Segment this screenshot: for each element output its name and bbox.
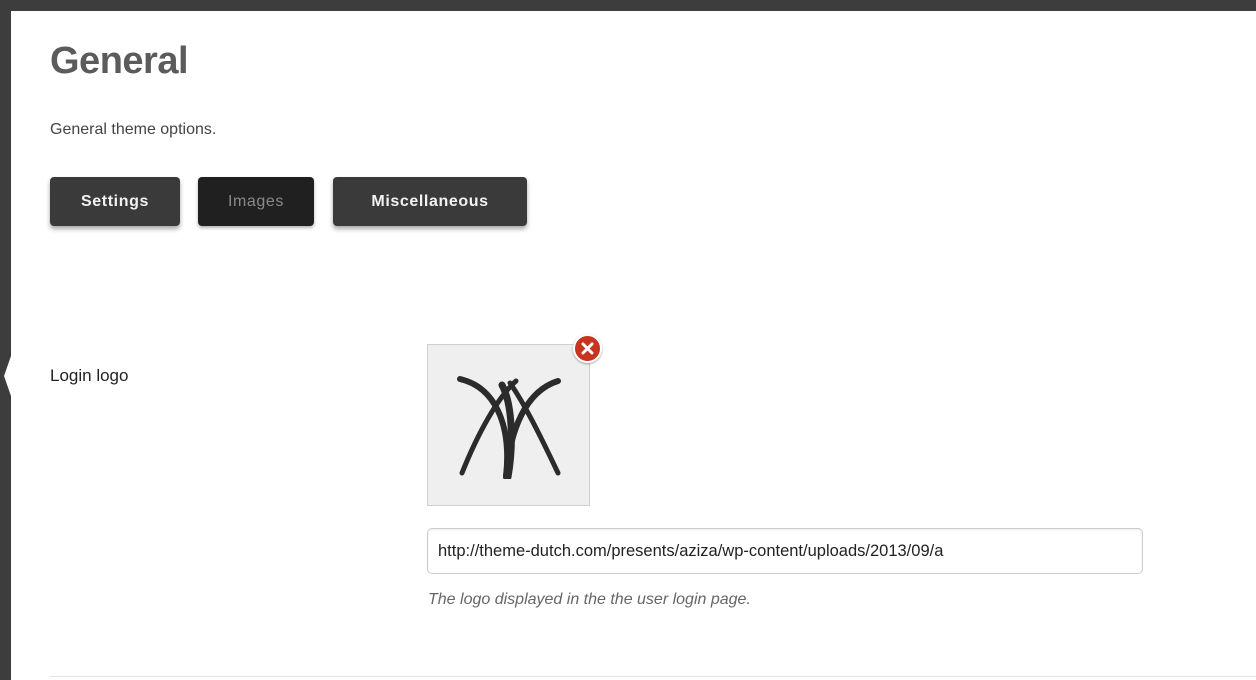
section-divider [50, 676, 1256, 677]
login-logo-label: Login logo [50, 366, 129, 385]
close-icon [581, 342, 594, 355]
panel-pointer-icon [4, 356, 11, 396]
window-frame-left [0, 0, 11, 680]
page-description: General theme options. [50, 121, 217, 138]
login-logo-help-text: The logo displayed in the the user login… [428, 591, 751, 608]
window-frame-top [0, 0, 1256, 11]
login-logo-preview [427, 344, 590, 506]
tab-images[interactable]: Images [198, 177, 314, 226]
tab-settings[interactable]: Settings [50, 177, 180, 226]
tab-miscellaneous[interactable]: Miscellaneous [333, 177, 527, 226]
page-title: General [50, 40, 189, 82]
remove-logo-button[interactable] [573, 334, 602, 363]
logo-image [457, 376, 561, 479]
login-logo-url-input[interactable] [427, 528, 1143, 574]
